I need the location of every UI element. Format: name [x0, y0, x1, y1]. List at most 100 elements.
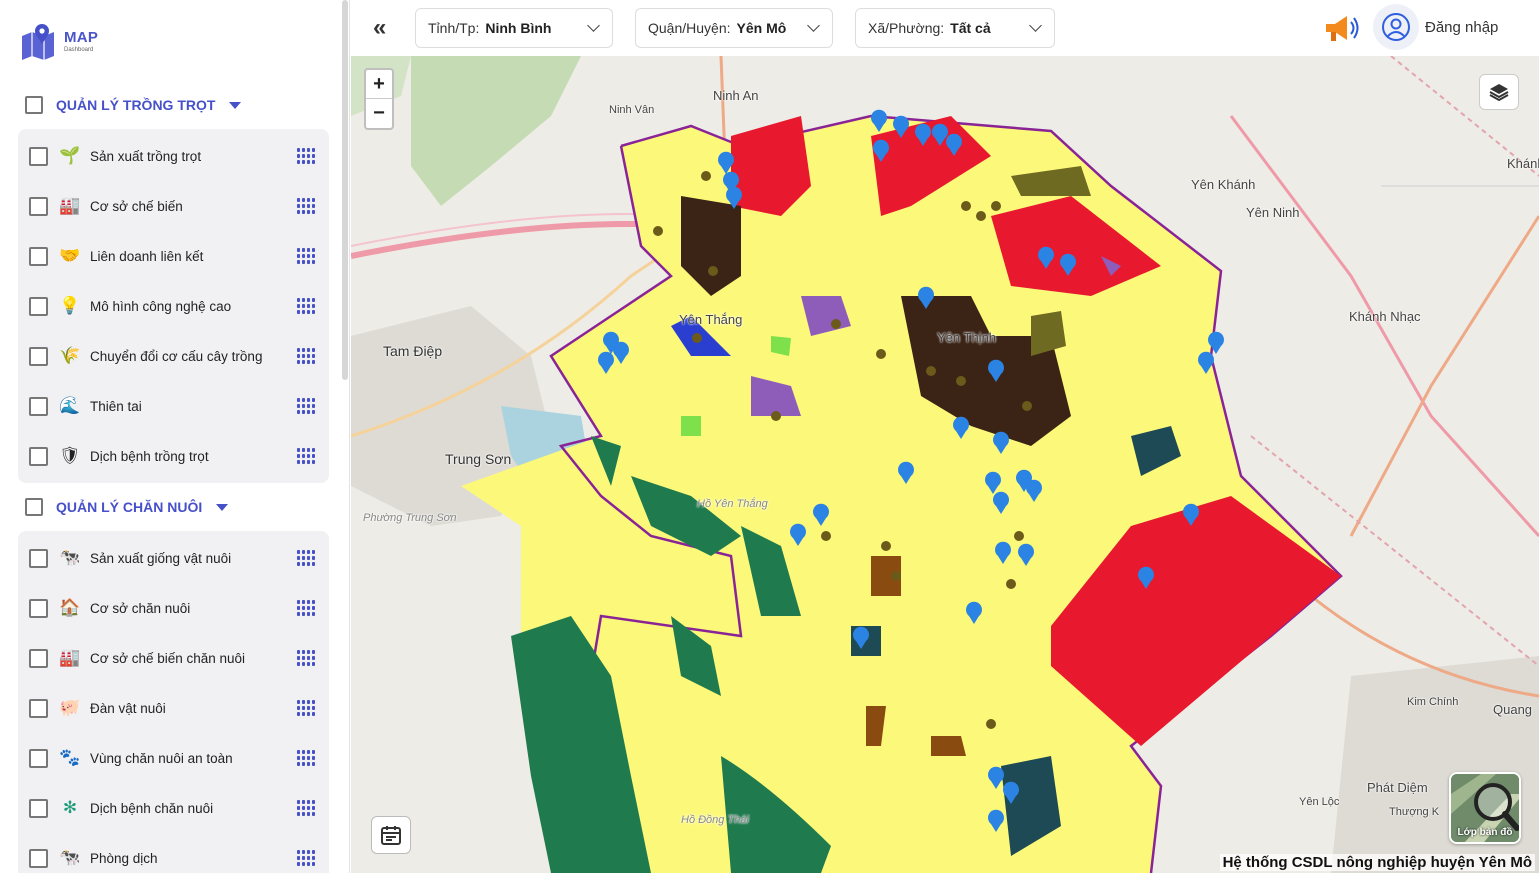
layer-checkbox[interactable]: [29, 446, 48, 466]
province-value: Ninh Bình: [485, 20, 552, 36]
ward-label: Xã/Phường:: [868, 20, 945, 36]
zoom-out-button[interactable]: −: [366, 99, 392, 128]
seedling-icon: 🌱: [59, 146, 81, 165]
crop-change-icon: 🌾: [59, 346, 81, 365]
ward-select[interactable]: Xã/Phường: Tất cả: [855, 8, 1055, 48]
layer-label: Sản xuất giống vật nuôi: [90, 550, 232, 566]
basemap-label: Lớp bản đồ: [1457, 827, 1513, 838]
layer-item[interactable]: 🏭 Cơ sở chế biến chăn nuôi: [29, 643, 319, 673]
layer-item[interactable]: 🏠 Cơ sở chăn nuôi: [29, 593, 319, 623]
layer-item[interactable]: 🐄 Sản xuất giống vật nuôi: [29, 543, 319, 573]
layer-item[interactable]: ✻ Dịch bệnh chăn nuôi: [29, 793, 319, 823]
livestock-factory-icon: 🏭: [59, 648, 81, 667]
table-grid-icon[interactable]: [297, 850, 315, 866]
layer-checkbox[interactable]: [29, 346, 48, 366]
table-grid-icon[interactable]: [297, 348, 315, 364]
group-header-chan-nuoi[interactable]: QUẢN LÝ CHĂN NUÔI: [25, 495, 229, 519]
chevron-down-icon: [807, 19, 820, 32]
layer-checkbox[interactable]: [29, 246, 48, 266]
table-grid-icon[interactable]: [297, 800, 315, 816]
province-select[interactable]: Tỉnh/Tp: Ninh Bình: [415, 8, 613, 48]
layer-item[interactable]: 🌱 Sản xuất trồng trọt: [29, 141, 319, 171]
layer-checkbox[interactable]: [29, 598, 48, 618]
layer-checkbox[interactable]: [29, 548, 48, 568]
cow-icon: 🐄: [59, 548, 81, 567]
table-grid-icon[interactable]: [297, 550, 315, 566]
layer-label: Cơ sở chăn nuôi: [90, 600, 191, 616]
caret-down-icon[interactable]: [229, 101, 242, 109]
zoom-in-button[interactable]: +: [366, 70, 392, 99]
layer-item[interactable]: 💡 Mô hình công nghệ cao: [29, 291, 319, 321]
place-label: Trung Sơn: [445, 451, 512, 467]
layer-item[interactable]: 🌾 Chuyển đổi cơ cấu cây trồng: [29, 341, 319, 371]
collapse-sidebar-icon[interactable]: «: [373, 16, 386, 40]
table-grid-icon[interactable]: [297, 650, 315, 666]
layer-label: Dịch bệnh trồng trọt: [90, 448, 209, 464]
layer-checkbox[interactable]: [29, 648, 48, 668]
sidebar-scrollbar[interactable]: [342, 0, 348, 380]
table-grid-icon[interactable]: [297, 148, 315, 164]
layer-checkbox[interactable]: [29, 396, 48, 416]
layer-item[interactable]: 🏭 Cơ sở chế biến: [29, 191, 319, 221]
caret-down-icon[interactable]: [216, 503, 229, 511]
calendar-icon[interactable]: [371, 816, 411, 854]
map-view[interactable]: Ninh An Ninh Vân Tam Điệp Trung Sơn Yên …: [351, 56, 1539, 873]
place-label: Yên Lộc: [1299, 796, 1340, 808]
logo[interactable]: MAP Dashboard: [18, 22, 98, 60]
place-label: Khánh: [1507, 156, 1539, 171]
district-select[interactable]: Quận/Huyện: Yên Mô: [635, 8, 833, 48]
place-label: Thượng K: [1389, 806, 1440, 818]
map-canvas[interactable]: [351, 56, 1539, 873]
layer-item[interactable]: 🐄 Phòng dịch: [29, 843, 319, 873]
place-label: Hồ Yên Thắng: [697, 498, 768, 510]
table-grid-icon[interactable]: [297, 398, 315, 414]
place-label: Hồ Đồng Thái: [681, 814, 749, 826]
plant-disease-icon: 🛡: [59, 446, 81, 465]
table-grid-icon[interactable]: [297, 700, 315, 716]
table-grid-icon[interactable]: [297, 198, 315, 214]
table-grid-icon[interactable]: [297, 750, 315, 766]
basemap-switcher[interactable]: Lớp bản đồ: [1449, 772, 1521, 844]
table-grid-icon[interactable]: [297, 600, 315, 616]
table-grid-icon[interactable]: [297, 298, 315, 314]
layer-item[interactable]: 🌊 Thiên tai: [29, 391, 319, 421]
user-icon[interactable]: [1373, 4, 1419, 50]
layer-label: Phòng dịch: [90, 850, 158, 866]
topbar: « Tỉnh/Tp: Ninh Bình Quận/Huyện: Yên Mô …: [351, 0, 1539, 56]
table-grid-icon[interactable]: [297, 448, 315, 464]
layer-checkbox[interactable]: [29, 296, 48, 316]
layer-label: Vùng chăn nuôi an toàn: [90, 750, 233, 766]
ward-value: Tất cả: [950, 20, 991, 36]
chevron-down-icon: [1029, 19, 1042, 32]
layer-checkbox[interactable]: [29, 146, 48, 166]
layer-label: Thiên tai: [90, 398, 142, 414]
group-header-trong-trot[interactable]: QUẢN LÝ TRỒNG TRỌT: [25, 93, 242, 117]
map-logo-icon: [22, 24, 54, 60]
layer-label: Đàn vật nuôi: [90, 700, 166, 716]
layer-checkbox[interactable]: [29, 848, 48, 868]
megaphone-icon[interactable]: [1323, 12, 1361, 44]
layer-label: Dịch bệnh chăn nuôi: [90, 800, 214, 816]
layer-checkbox[interactable]: [29, 698, 48, 718]
table-grid-icon[interactable]: [297, 248, 315, 264]
layer-checkbox[interactable]: [29, 196, 48, 216]
sidebar: MAP Dashboard QUẢN LÝ TRỒNG TRỌT 🌱 Sản x…: [0, 0, 350, 873]
herd-icon: 🐖: [59, 698, 81, 717]
layer-checkbox[interactable]: [29, 748, 48, 768]
place-label: Tam Điệp: [383, 343, 443, 359]
layer-item[interactable]: 🤝 Liên doanh liên kết: [29, 241, 319, 271]
login-link[interactable]: Đăng nhập: [1425, 19, 1498, 36]
group-checkbox-chan-nuoi[interactable]: [25, 498, 43, 516]
layer-checkbox[interactable]: [29, 798, 48, 818]
district-label: Quận/Huyện:: [648, 20, 731, 36]
layer-item[interactable]: 🛡 Dịch bệnh trồng trọt: [29, 441, 319, 471]
place-label: Ninh Vân: [609, 104, 655, 116]
layer-item[interactable]: 🐖 Đàn vật nuôi: [29, 693, 319, 723]
place-label: Yên Thắng: [679, 312, 743, 327]
place-label: Khánh Nhạc: [1349, 309, 1421, 324]
layer-item[interactable]: 🐾 Vùng chăn nuôi an toàn: [29, 743, 319, 773]
prevention-icon: 🐄: [59, 848, 81, 867]
chevron-down-icon: [587, 19, 600, 32]
group-checkbox-trong-trot[interactable]: [25, 96, 43, 114]
layers-icon[interactable]: [1479, 74, 1519, 110]
